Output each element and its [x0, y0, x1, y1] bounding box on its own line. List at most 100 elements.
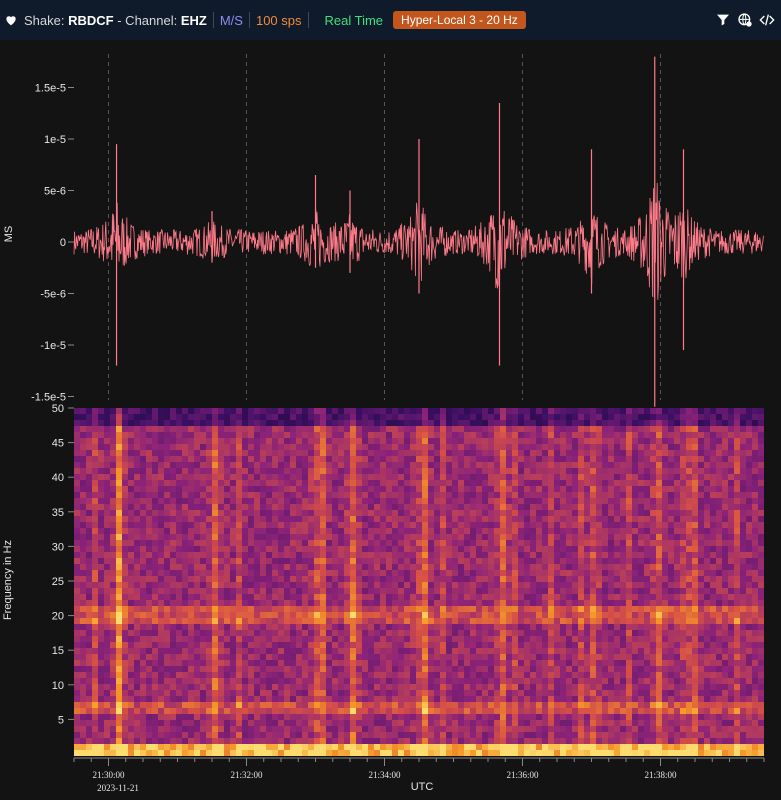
spectrogram-cell	[98, 528, 104, 534]
spectrogram-cell	[278, 498, 284, 504]
spectrogram-cell	[158, 582, 164, 588]
spectrogram-cell	[122, 666, 128, 672]
spectrogram-cell	[224, 492, 230, 498]
spectrogram-cell	[518, 426, 524, 432]
spectrogram-cell	[236, 408, 242, 414]
spectrogram-cell	[80, 576, 86, 582]
spectrogram-cell	[86, 666, 92, 672]
spectrogram-cell	[116, 708, 122, 714]
spectrogram-cell	[416, 522, 422, 528]
spectrogram-cell	[398, 666, 404, 672]
spectrogram-cell	[278, 420, 284, 426]
spectrogram-cell	[242, 444, 248, 450]
spectrogram-cell	[92, 408, 98, 414]
spectrogram-cell	[254, 708, 260, 714]
realtime-label[interactable]: Real Time	[325, 13, 384, 28]
spectrogram-cell	[572, 588, 578, 594]
spectrogram-cell	[368, 582, 374, 588]
spectrogram-cell	[416, 486, 422, 492]
spectrogram-cell	[290, 408, 296, 414]
spectrogram-cell	[356, 408, 362, 414]
spectrogram-cell	[578, 522, 584, 528]
spectrogram-cell	[554, 684, 560, 690]
spectrogram-cell	[152, 552, 158, 558]
spectrogram-cell	[182, 738, 188, 744]
spectrogram-cell	[176, 558, 182, 564]
spectrogram-cell	[386, 642, 392, 648]
spectrogram-cell	[236, 546, 242, 552]
spectrogram-cell	[272, 456, 278, 462]
spectrogram-cell	[74, 714, 80, 720]
spectrogram-cell	[152, 690, 158, 696]
spectrogram-cell	[242, 624, 248, 630]
spectrogram-cell	[182, 744, 188, 750]
spectrogram-cell	[470, 738, 476, 744]
spectrogram-cell	[428, 708, 434, 714]
spectrogram-cell	[128, 654, 134, 660]
spectrogram-cell	[194, 612, 200, 618]
heart-icon[interactable]	[4, 13, 18, 27]
spectrogram-cell	[320, 522, 326, 528]
code-icon[interactable]	[759, 12, 775, 28]
spectrogram-cell	[266, 516, 272, 522]
spectrogram-cell	[98, 492, 104, 498]
spectrogram-cell	[74, 462, 80, 468]
spectrogram-cell	[146, 576, 152, 582]
spectrogram-cell	[572, 630, 578, 636]
spectrogram-cell	[284, 594, 290, 600]
spectrogram-cell	[308, 414, 314, 420]
spectrogram-cell	[542, 714, 548, 720]
spectrogram-cell	[542, 696, 548, 702]
spectrogram-cell	[578, 498, 584, 504]
spectrogram-cell	[344, 510, 350, 516]
spectrogram-cell	[404, 732, 410, 738]
spectrogram-cell	[284, 672, 290, 678]
globe-gear-icon[interactable]	[737, 12, 753, 28]
spectrogram-cell	[494, 624, 500, 630]
spectrogram-cell	[236, 588, 242, 594]
spectrogram-cell	[416, 702, 422, 708]
spectrogram-cell	[98, 660, 104, 666]
spectrogram-cell	[254, 732, 260, 738]
spectrogram-cell	[332, 534, 338, 540]
spectrogram-cell	[230, 726, 236, 732]
spectrogram-cell	[386, 504, 392, 510]
spectrogram-cell	[272, 450, 278, 456]
spectrogram-cell	[422, 588, 428, 594]
spectrogram-cell	[578, 504, 584, 510]
spectrogram-cell	[566, 438, 572, 444]
spectrogram-cell	[512, 588, 518, 594]
units-label[interactable]: M/S	[220, 13, 243, 28]
spectrogram-cell	[410, 516, 416, 522]
spectrogram-cell	[272, 732, 278, 738]
spectrogram-cell	[434, 678, 440, 684]
spectrogram-cell	[254, 684, 260, 690]
filter-icon[interactable]	[715, 12, 731, 28]
spectrogram-cell	[272, 576, 278, 582]
spectrogram-cell	[422, 636, 428, 642]
spectrogram-cell	[350, 612, 356, 618]
spectrogram-cell	[152, 468, 158, 474]
spectrogram-cell	[218, 660, 224, 666]
spectrogram-cell	[332, 528, 338, 534]
spectrogram-cell	[542, 732, 548, 738]
spectrogram-cell	[434, 684, 440, 690]
spectrogram-cell	[434, 630, 440, 636]
spectrogram-cell	[116, 582, 122, 588]
spectrogram-cell	[188, 594, 194, 600]
spectrogram-cell	[458, 486, 464, 492]
spectrogram-cell	[506, 432, 512, 438]
spectrogram-cell	[170, 642, 176, 648]
spectrogram-cell	[278, 732, 284, 738]
spectrogram-cell	[320, 534, 326, 540]
spectrogram-cell	[296, 558, 302, 564]
spectrogram-cell	[434, 474, 440, 480]
spectrogram-cell	[548, 534, 554, 540]
filter-badge[interactable]: Hyper-Local 3 - 20 Hz	[393, 11, 526, 29]
spectrogram-cell	[560, 642, 566, 648]
spectrogram-cell	[380, 732, 386, 738]
spectrogram-cell	[572, 672, 578, 678]
spectrogram-cell	[80, 726, 86, 732]
spectrogram-cell	[158, 618, 164, 624]
spectrogram-cell	[92, 618, 98, 624]
